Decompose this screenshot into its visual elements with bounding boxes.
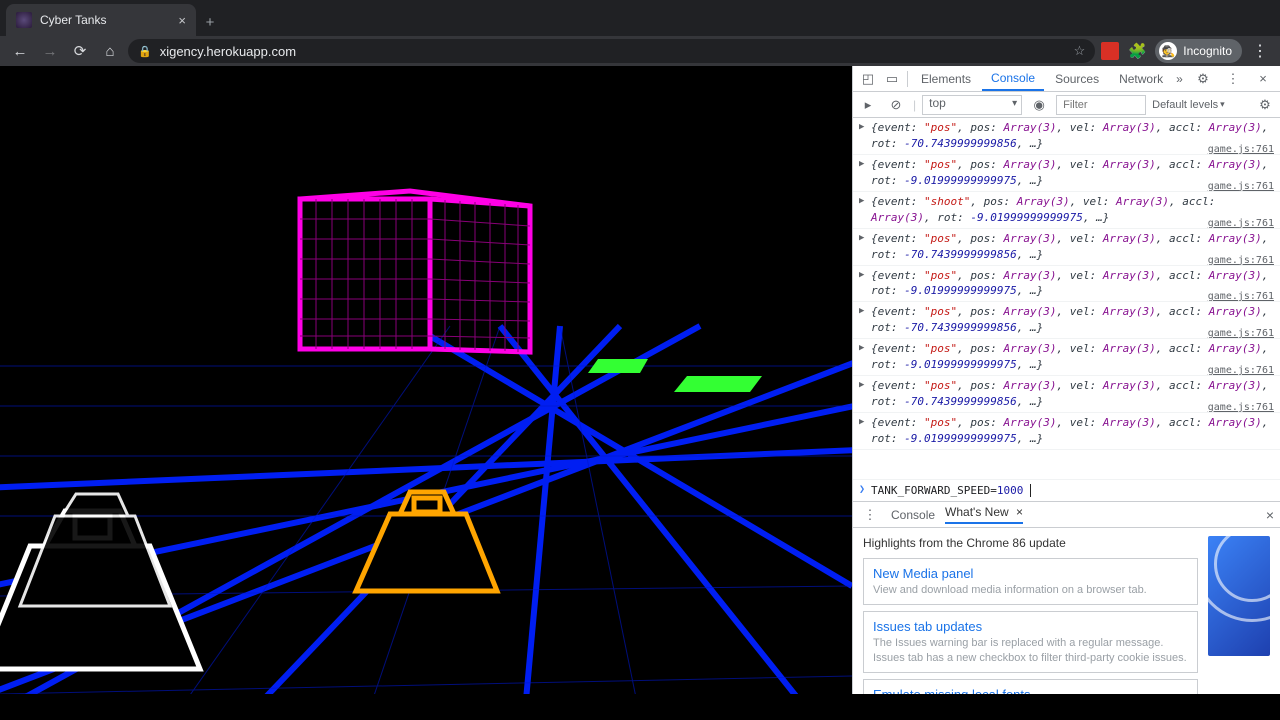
devtools-menu-icon[interactable]: ⋮ [1222, 68, 1244, 90]
tab-elements[interactable]: Elements [912, 66, 980, 91]
tab-sources[interactable]: Sources [1046, 66, 1108, 91]
whatsnew-card[interactable]: New Media panel View and download media i… [863, 558, 1198, 605]
card-title: Issues tab updates [873, 619, 1188, 634]
back-button[interactable]: ← [8, 39, 32, 63]
chevron-right-icon[interactable]: ▶ [859, 379, 864, 392]
browser-toolbar: ← → ⟳ ⌂ 🔒 xigency.herokuapp.com ☆ 🧩 🕵 In… [0, 36, 1280, 66]
tab-network[interactable]: Network [1110, 66, 1172, 91]
bottom-letterbox [0, 694, 1280, 720]
home-button[interactable]: ⌂ [98, 39, 122, 63]
console-toolbar: ▸ ⊘ | top ◉ Default levels ▾ ⚙ [853, 92, 1280, 118]
incognito-badge[interactable]: 🕵 Incognito [1155, 39, 1242, 63]
forward-button[interactable]: → [38, 39, 62, 63]
inspect-element-icon[interactable]: ◰ [857, 68, 879, 90]
game-viewport[interactable] [0, 66, 852, 694]
card-title: New Media panel [873, 566, 1188, 581]
source-link[interactable]: game.js:761 [1208, 143, 1274, 158]
card-desc: The Issues warning bar is replaced with … [873, 636, 1188, 665]
whatsnew-headline: Highlights from the Chrome 86 update [863, 536, 1198, 550]
card-desc: View and download media information on a… [873, 583, 1188, 597]
tab-console[interactable]: Console [982, 66, 1044, 91]
game-canvas [0, 66, 852, 694]
console-log-entry[interactable]: ▶game.js:761{event: "pos", pos: Array(3)… [853, 413, 1280, 450]
whatsnew-card[interactable]: Issues tab updates The Issues warning bar… [863, 611, 1198, 673]
chevron-right-icon[interactable]: ▶ [859, 158, 864, 171]
more-tabs-icon[interactable]: » [1176, 72, 1183, 86]
console-settings-icon[interactable]: ⚙ [1254, 94, 1276, 116]
console-log-area[interactable]: ▶{event: "pos", pos: Array(3), vel: Arra… [853, 118, 1280, 479]
chevron-right-icon[interactable]: ▶ [859, 305, 864, 318]
browser-titlebar: Cyber Tanks × + [0, 0, 1280, 36]
whatsnew-hero-image [1208, 536, 1270, 656]
device-toggle-icon[interactable]: ▭ [881, 68, 903, 90]
incognito-label: Incognito [1183, 44, 1232, 58]
tab-title: Cyber Tanks [40, 13, 106, 27]
address-bar[interactable]: 🔒 xigency.herokuapp.com ☆ [128, 39, 1095, 63]
chevron-right-icon: ❯ [859, 484, 865, 497]
card-title: Emulate missing local fonts [873, 687, 1188, 694]
chevron-right-icon[interactable]: ▶ [859, 416, 864, 429]
browser-tab[interactable]: Cyber Tanks × [6, 4, 196, 36]
chevron-right-icon[interactable]: ▶ [859, 195, 864, 208]
chevron-right-icon[interactable]: ▶ [859, 342, 864, 355]
devtools-panel: ◰ ▭ Elements Console Sources Network » ⚙… [852, 66, 1280, 694]
chevron-right-icon[interactable]: ▶ [859, 269, 864, 282]
console-filter-input[interactable] [1056, 95, 1146, 115]
source-link[interactable]: game.js:761 [1208, 401, 1274, 416]
close-tab-icon[interactable]: × [1016, 505, 1023, 519]
devtools-tabbar: ◰ ▭ Elements Console Sources Network » ⚙… [853, 66, 1280, 92]
live-expression-icon[interactable]: ◉ [1028, 94, 1050, 116]
log-levels-selector[interactable]: Default levels ▾ [1152, 99, 1225, 111]
extension-icon[interactable] [1101, 42, 1119, 60]
source-link[interactable]: game.js:761 [1208, 217, 1274, 232]
source-link[interactable]: game.js:761 [1208, 290, 1274, 305]
lock-icon: 🔒 [138, 45, 152, 58]
drawer-tab-whatsnew[interactable]: What's New × [945, 505, 1023, 524]
drawer-menu-icon[interactable]: ⋮ [859, 504, 881, 526]
clear-console-icon[interactable]: ⊘ [885, 94, 907, 116]
new-tab-button[interactable]: + [196, 8, 224, 36]
sidebar-toggle-icon[interactable]: ▸ [857, 94, 879, 116]
close-drawer-icon[interactable]: × [1266, 507, 1274, 523]
bookmark-icon[interactable]: ☆ [1074, 43, 1086, 59]
drawer-tab-console[interactable]: Console [891, 508, 935, 522]
close-devtools-icon[interactable]: × [1252, 68, 1274, 90]
source-link[interactable]: game.js:761 [1208, 327, 1274, 342]
whatsnew-card[interactable]: Emulate missing local fontsEmulate missi… [863, 679, 1198, 694]
source-link[interactable]: game.js:761 [1208, 180, 1274, 195]
settings-icon[interactable]: ⚙ [1192, 68, 1214, 90]
context-selector[interactable]: top [922, 95, 1022, 115]
incognito-icon: 🕵 [1159, 42, 1177, 60]
chevron-right-icon[interactable]: ▶ [859, 232, 864, 245]
devtools-drawer: ⋮ Console What's New × × Highlights from… [853, 501, 1280, 694]
source-link[interactable]: game.js:761 [1208, 254, 1274, 269]
favicon-icon [16, 12, 32, 28]
browser-menu-button[interactable]: ⋮ [1248, 41, 1272, 61]
source-link[interactable]: game.js:761 [1208, 364, 1274, 379]
extensions-menu-icon[interactable]: 🧩 [1125, 39, 1149, 63]
console-input[interactable]: ❯ TANK_FORWARD_SPEED=1000 [853, 479, 1280, 501]
reload-button[interactable]: ⟳ [68, 39, 92, 63]
close-tab-icon[interactable]: × [178, 13, 186, 28]
chevron-right-icon[interactable]: ▶ [859, 121, 864, 134]
url-text: xigency.herokuapp.com [160, 44, 1066, 59]
